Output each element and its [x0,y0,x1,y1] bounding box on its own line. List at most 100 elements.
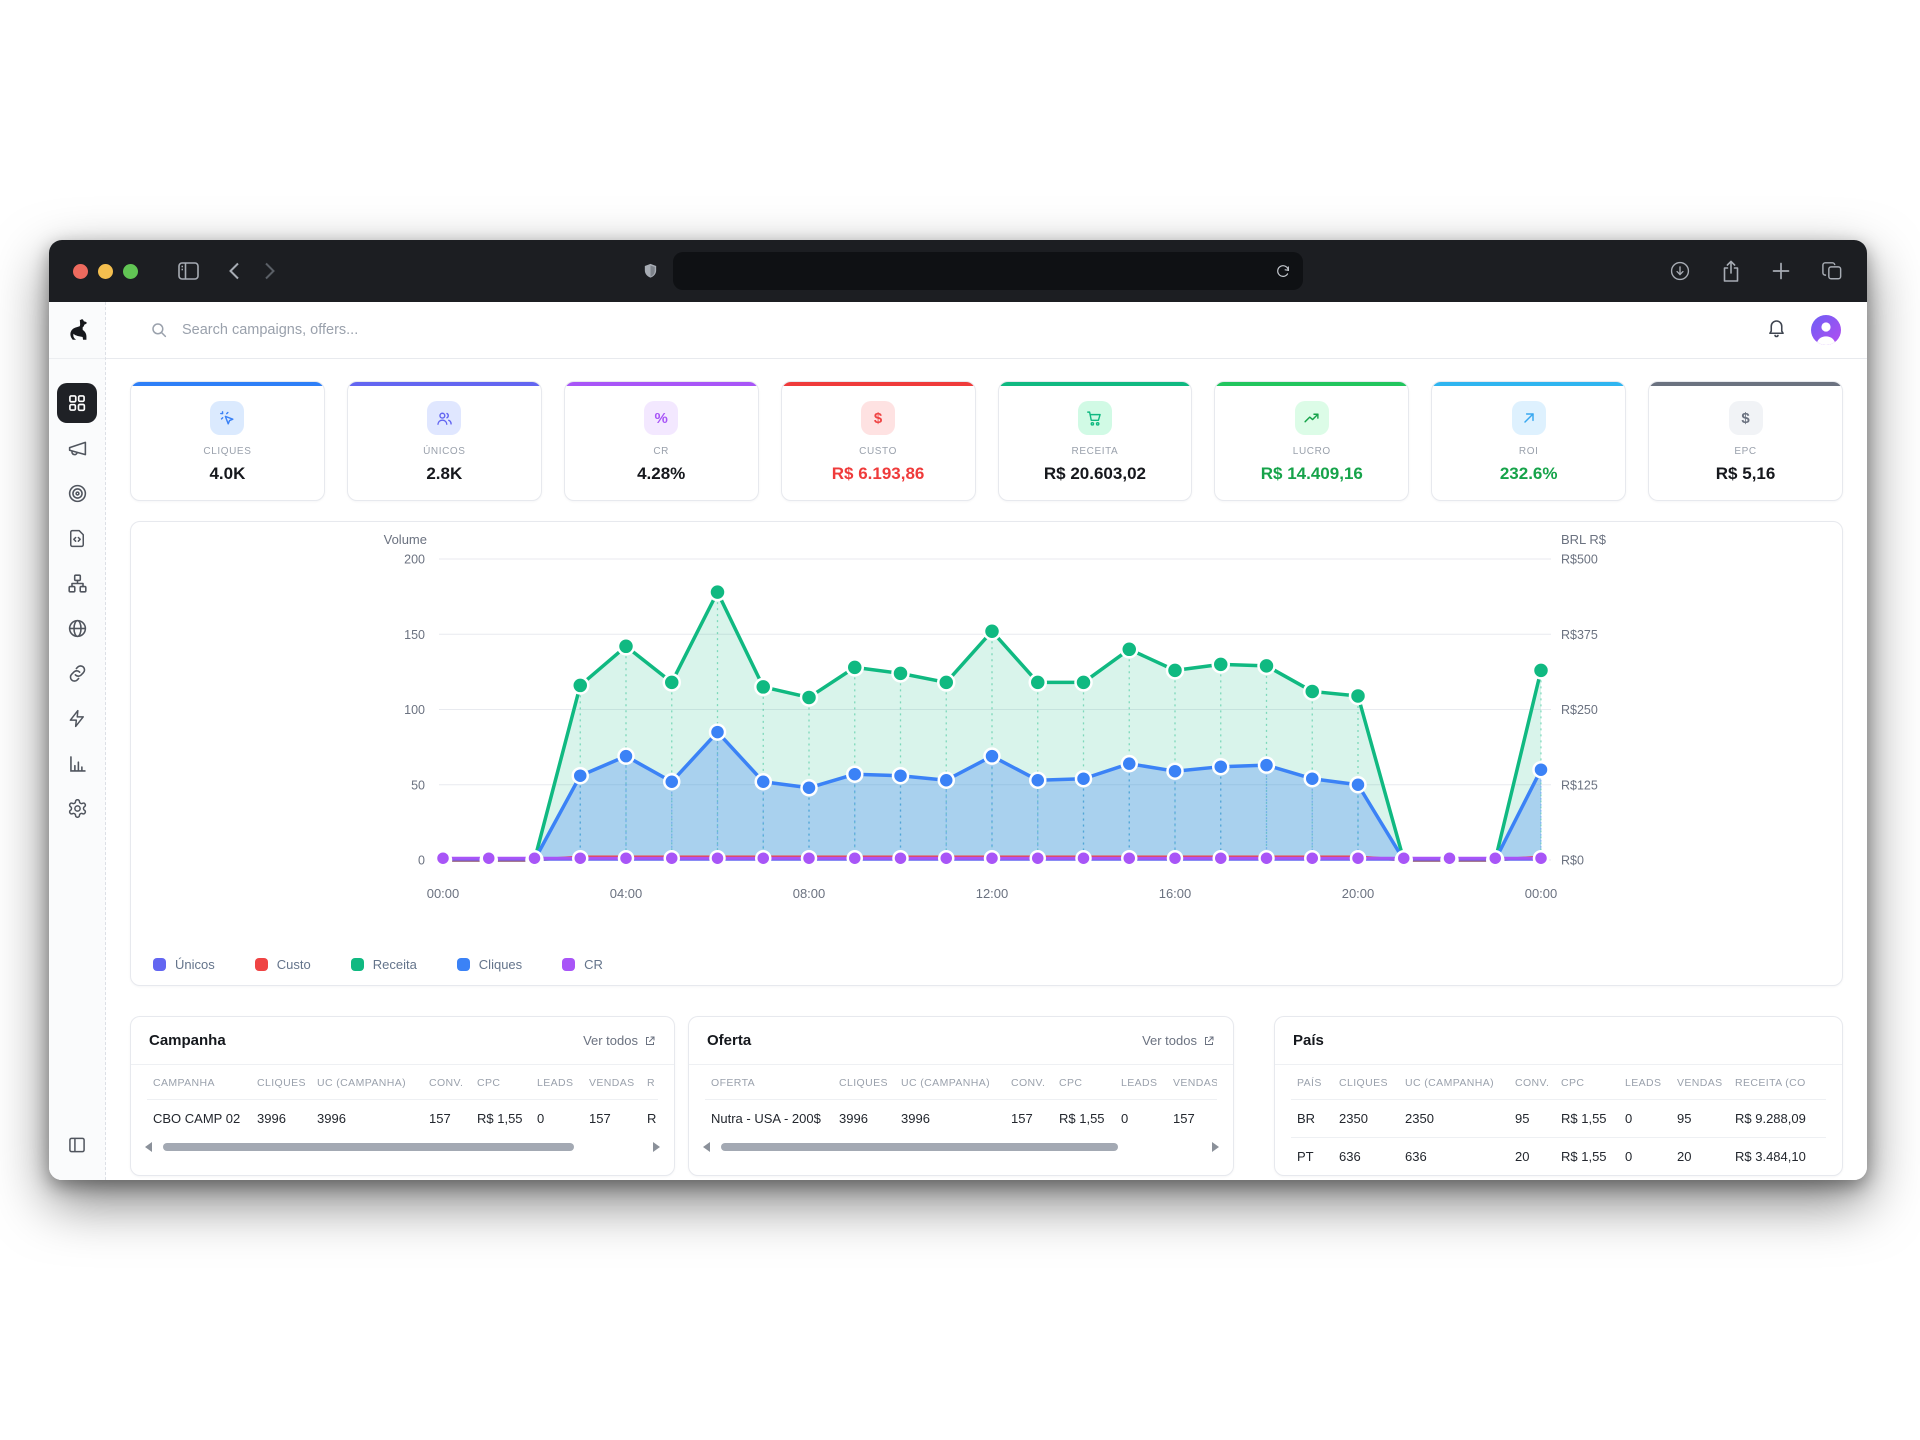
sidebar-item-targets[interactable] [57,473,97,513]
table-cell: 95 [1671,1100,1729,1138]
campanha-table: CAMPANHACLIQUESUC (CAMPANHA)CONV.CPCLEAD… [147,1065,658,1137]
table-cell: R$ 9.288,09 [1729,1100,1826,1138]
kpi-value: 232.6% [1500,464,1558,484]
kpi-card-roi: ROI232.6% [1431,381,1626,501]
table-cell: 3996 [251,1100,311,1138]
zoom-window-button[interactable] [123,264,138,279]
column-header: CPC [1053,1065,1115,1100]
kpi-label: LUCRO [1293,446,1331,457]
oferta-ver-todos-link[interactable]: Ver todos [1142,1033,1215,1048]
column-header: CONV. [1509,1065,1555,1100]
legend-item-únicos[interactable]: Únicos [153,957,215,972]
address-bar[interactable] [673,252,1303,290]
scroll-right-arrow[interactable] [1212,1142,1219,1152]
downloads-icon[interactable] [1669,260,1691,282]
svg-text:R$375: R$375 [1561,628,1598,642]
trend-up-icon [1295,401,1329,435]
sidebar-item-domains[interactable] [57,608,97,648]
search-icon [150,321,168,339]
campanha-ver-todos-link[interactable]: Ver todos [583,1033,656,1048]
legend-item-receita[interactable]: Receita [351,957,417,972]
kpi-label: RECEITA [1072,446,1119,457]
svg-text:12:00: 12:00 [976,886,1009,901]
reload-icon[interactable] [1275,263,1291,279]
tab-overview-icon[interactable] [1821,261,1843,281]
svg-text:20:00: 20:00 [1342,886,1375,901]
close-window-button[interactable] [73,264,88,279]
kpi-label: CLIQUES [203,446,251,457]
share-icon[interactable] [1721,260,1741,282]
svg-text:R$250: R$250 [1561,703,1598,717]
search-input[interactable] [180,321,600,339]
legend-item-custo[interactable]: Custo [255,957,311,972]
user-avatar[interactable] [1811,315,1841,345]
kpi-label: ÚNICOS [423,446,466,457]
svg-text:R$125: R$125 [1561,778,1598,792]
legend-swatch [562,958,575,971]
column-header: LEADS [1115,1065,1167,1100]
svg-text:200: 200 [404,553,425,567]
search-box[interactable] [150,321,600,339]
sidebar-item-analytics[interactable] [57,743,97,783]
sidebar-collapse-button[interactable] [67,1135,87,1180]
column-header: UC (CAMPANHA) [311,1065,423,1100]
table-card-campanha: Campanha Ver todos CAMPANHACLIQUESUC (CA… [130,1016,675,1176]
sidebar-item-links[interactable] [57,653,97,693]
browser-window: CLIQUES4.0KÚNICOS2.8K%CR4.28%$CUSTOR$ 6.… [49,240,1867,1180]
column-header: CPC [1555,1065,1619,1100]
back-button[interactable] [229,262,240,280]
table-cell: 0 [1619,1138,1671,1176]
table-cell: R$ 1,55 [471,1100,531,1138]
notifications-bell-icon[interactable] [1766,317,1787,344]
kpi-value: R$ 6.193,86 [832,464,925,484]
column-header: CLIQUES [833,1065,895,1100]
scroll-right-arrow[interactable] [653,1142,660,1152]
sidebar-item-funnels[interactable] [57,563,97,603]
kpi-value: 4.28% [637,464,685,484]
volume-revenue-chart[interactable]: 0R$050R$125100R$250150R$375200R$500Volum… [131,522,1844,987]
table-title-pais: País [1293,1032,1324,1049]
column-header: RECEITA (CO [1729,1065,1826,1100]
kpi-value: R$ 20.603,02 [1044,464,1146,484]
new-tab-icon[interactable] [1771,261,1791,281]
oferta-hscrollbar[interactable] [689,1137,1233,1161]
legend-item-cr[interactable]: CR [562,957,603,972]
table-cell: 157 [1167,1100,1217,1138]
scroll-left-arrow[interactable] [145,1142,152,1152]
table-cell: R$ 1,55 [1555,1138,1619,1176]
svg-text:100: 100 [404,703,425,717]
column-header: CLIQUES [251,1065,311,1100]
table-cell: Nutra - USA - 200$ [705,1100,833,1138]
table-cell: 3996 [311,1100,423,1138]
campanha-hscrollbar[interactable] [131,1137,674,1161]
kpi-value: R$ 5,16 [1716,464,1776,484]
minimize-window-button[interactable] [98,264,113,279]
table-row: CBO CAMP 0239963996157R$ 1,550157R [147,1100,658,1138]
column-header: LEADS [1619,1065,1671,1100]
legend-label: Receita [373,957,417,972]
sidebar-toggle-icon[interactable] [178,262,199,280]
sidebar-item-settings[interactable] [57,788,97,828]
sidebar-item-scripts[interactable] [57,518,97,558]
scroll-left-arrow[interactable] [703,1142,710,1152]
column-header: VENDAS [1167,1065,1217,1100]
table-cell: BR [1291,1100,1333,1138]
scroll-thumb[interactable] [721,1143,1118,1151]
file-code-icon [67,528,87,549]
scroll-thumb[interactable] [163,1143,574,1151]
column-header: OFERTA [705,1065,833,1100]
sidebar-item-campaigns[interactable] [57,428,97,468]
percent-icon: % [644,401,678,435]
app-logo [49,302,105,359]
sidebar-item-automations[interactable] [57,698,97,738]
legend-item-cliques[interactable]: Cliques [457,957,522,972]
table-row: PT63663620R$ 1,55020R$ 3.484,10 [1291,1138,1826,1176]
forward-button[interactable] [264,262,275,280]
kpi-label: EPC [1734,446,1756,457]
kpi-card-lucro: LUCROR$ 14.409,16 [1214,381,1409,501]
shield-privacy-icon[interactable] [642,261,659,281]
sidebar-item-dashboard[interactable] [57,383,97,423]
network-icon [67,573,88,594]
user-icon [1811,315,1841,345]
column-header: CONV. [423,1065,471,1100]
